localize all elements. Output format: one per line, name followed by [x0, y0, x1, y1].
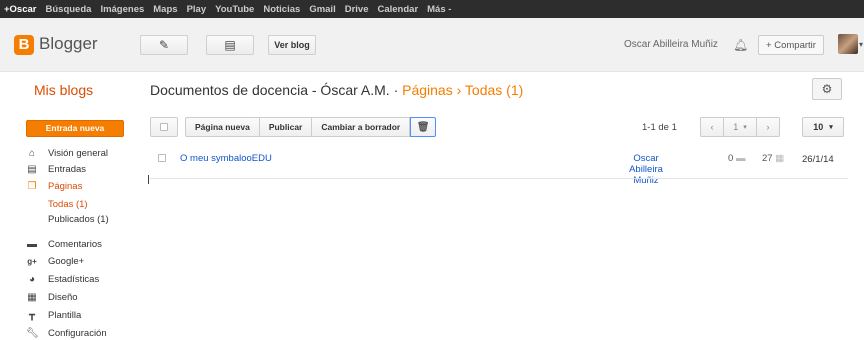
pages-icon: ❐	[27, 181, 37, 192]
page-number: 1	[733, 122, 739, 132]
gbar-news-link[interactable]: Noticias	[263, 4, 300, 15]
blogger-brand[interactable]: Blogger	[39, 34, 98, 54]
sidebar-item-label: Google+	[48, 256, 85, 267]
sidebar-item-label: Configuración	[48, 328, 107, 339]
text-cursor	[148, 175, 149, 184]
gbar-images-link[interactable]: Imágenes	[100, 4, 144, 15]
sidebar-subitem-published[interactable]: Publicados (1)	[48, 214, 109, 225]
next-page-button[interactable]: ›	[756, 117, 780, 137]
template-icon: ┳	[28, 310, 36, 321]
sidebar-item-pages[interactable]: ❐ Páginas	[26, 181, 83, 192]
breadcrumb-arrow: ›	[456, 82, 462, 98]
stats-icon: ▦	[775, 153, 785, 164]
per-page-value: 10	[813, 122, 824, 132]
gbar-gmail-link[interactable]: Gmail	[309, 4, 335, 15]
posts-icon: ▤	[27, 164, 37, 175]
revert-to-draft-button[interactable]: Cambiar a borrador	[312, 117, 411, 137]
sidebar-item-label: Diseño	[48, 292, 78, 303]
comment-icon: ▬	[735, 153, 746, 164]
sidebar-subitem-all[interactable]: Todas (1)	[48, 199, 88, 210]
sidebar-item-overview[interactable]: ⌂ Visión general	[26, 148, 108, 159]
row-divider	[150, 178, 848, 179]
page-title: Documentos de docencia - Óscar A.M. · Pá…	[150, 82, 523, 98]
chevron-down-icon: ▾	[743, 124, 747, 131]
sidebar-item-layout[interactable]: ▦ Diseño	[26, 292, 78, 303]
sidebar-item-label: Páginas	[48, 181, 83, 192]
select-all-dropdown[interactable]	[150, 117, 178, 137]
breadcrumb-separator: ·	[393, 82, 399, 98]
gbar-maps-link[interactable]: Maps	[153, 4, 177, 15]
select-all-checkbox[interactable]	[160, 123, 168, 131]
previous-page-button[interactable]: ‹	[700, 117, 724, 137]
breadcrumb-pages[interactable]: Páginas	[402, 82, 453, 98]
author-link[interactable]: Oscar Abilleira Muñiz	[620, 153, 672, 186]
page-title-link[interactable]: O meu symbalooEDU	[180, 153, 272, 164]
blogger-logo-icon[interactable]: B	[14, 35, 34, 55]
chevron-down-icon[interactable]: ▾	[859, 40, 863, 49]
home-icon: ⌂	[28, 148, 36, 159]
view-blog-button[interactable]: Ver blog	[268, 35, 316, 55]
sidebar-item-label: Estadísticas	[48, 274, 100, 285]
breadcrumb-all[interactable]: Todas (1)	[465, 82, 523, 98]
share-button[interactable]: + Compartir	[758, 35, 824, 55]
sidebar-item-label: Entradas	[48, 164, 87, 175]
sidebar-item-google-plus[interactable]: g+ Google+	[26, 256, 84, 267]
view-count-value: 27	[762, 153, 773, 164]
sidebar-item-stats[interactable]: ◕ Estadísticas	[26, 274, 99, 285]
sidebar-item-posts[interactable]: ▤ Entradas	[26, 164, 86, 175]
google-bar: +Oscar Búsqueda Imágenes Maps Play YouTu…	[0, 0, 864, 18]
comment-count-value: 0	[728, 153, 734, 164]
pencil-icon: ✎	[158, 38, 170, 52]
sidebar-item-template[interactable]: ┳ Plantilla	[26, 310, 81, 321]
new-post-button[interactable]: ✎	[140, 35, 188, 55]
my-blogs-link[interactable]: Mis blogs	[34, 82, 93, 98]
avatar[interactable]	[838, 34, 858, 54]
comment-count: 0 ▬	[728, 153, 745, 164]
new-page-button[interactable]: Página nueva	[185, 117, 260, 137]
result-count: 1-1 de 1	[642, 122, 677, 133]
bell-icon[interactable]: 🔔︎	[733, 38, 748, 52]
blog-title: Documentos de docencia - Óscar A.M.	[150, 82, 390, 98]
page-select[interactable]: 1 ▾	[723, 117, 757, 137]
posts-list-button[interactable]: ▤	[206, 35, 254, 55]
chevron-left-icon: ‹	[710, 122, 714, 132]
gbar-youtube-link[interactable]: YouTube	[215, 4, 254, 15]
gbar-search-link[interactable]: Búsqueda	[46, 4, 92, 15]
view-count: 27 ▦	[762, 153, 784, 164]
user-name[interactable]: Oscar Abilleira Muñiz	[624, 39, 718, 50]
pie-chart-icon: ◕	[28, 274, 36, 285]
pages-icon: ▤	[224, 38, 236, 52]
row-date: 26/1/14	[802, 154, 834, 165]
wrench-icon: 🔧︎	[26, 328, 39, 339]
gbar-calendar-link[interactable]: Calendar	[377, 4, 418, 15]
sidebar-item-label: Visión general	[48, 148, 109, 159]
gbar-play-link[interactable]: Play	[187, 4, 207, 15]
sidebar-item-label: Comentarios	[48, 239, 102, 250]
per-page-select[interactable]: 10 ▾	[802, 117, 844, 137]
sidebar-item-label: Plantilla	[48, 310, 82, 321]
sidebar-item-comments[interactable]: ▬ Comentarios	[26, 239, 102, 250]
trash-icon[interactable]: 🗑︎	[410, 117, 437, 137]
sidebar-item-settings[interactable]: 🔧︎ Configuración	[26, 328, 107, 339]
gbar-profile-link[interactable]: +Oscar	[4, 4, 37, 15]
blogger-header: B Blogger ✎ ▤ Ver blog Oscar Abilleira M…	[0, 18, 864, 72]
publish-button[interactable]: Publicar	[259, 117, 313, 137]
gbar-drive-link[interactable]: Drive	[345, 4, 369, 15]
row-checkbox[interactable]	[158, 154, 166, 162]
layout-icon: ▦	[27, 292, 37, 303]
chevron-down-icon: ▾	[829, 124, 833, 131]
google-plus-icon: g+	[27, 257, 37, 266]
chevron-right-icon: ›	[766, 122, 770, 132]
gear-icon[interactable]: ⚙	[812, 78, 842, 100]
new-entry-button[interactable]: Entrada nueva	[26, 120, 124, 137]
gbar-more-link[interactable]: Más -	[427, 4, 451, 15]
action-toolbar: Página nueva Publicar Cambiar a borrador…	[185, 117, 437, 137]
comment-icon: ▬	[27, 239, 37, 250]
